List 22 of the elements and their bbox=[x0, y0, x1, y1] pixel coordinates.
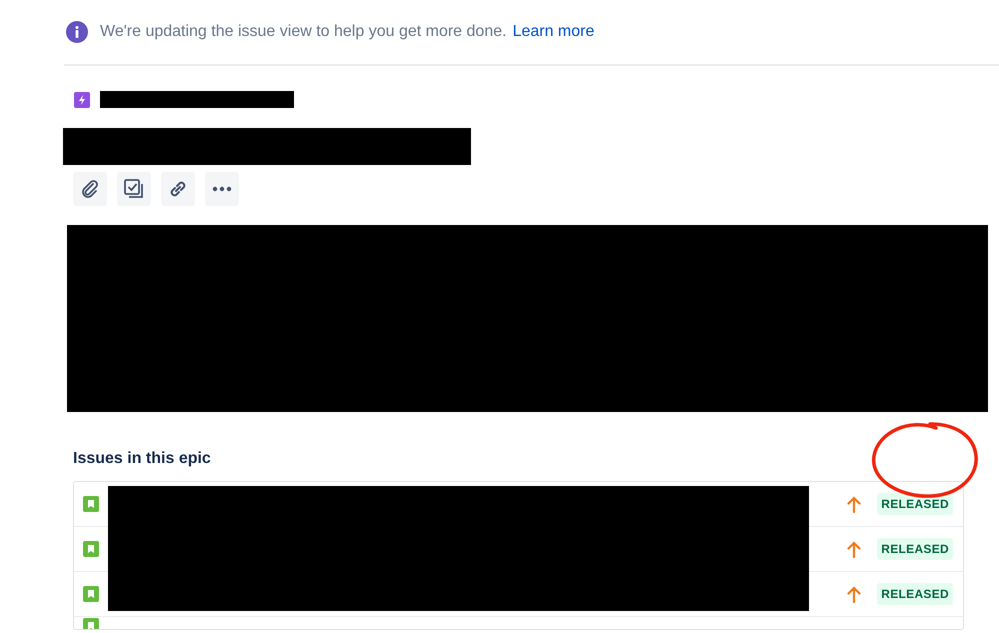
story-icon bbox=[83, 496, 99, 512]
story-icon bbox=[83, 541, 99, 557]
checklist-button[interactable] bbox=[117, 172, 151, 206]
priority-up-icon bbox=[847, 496, 862, 512]
more-button[interactable] bbox=[205, 172, 239, 206]
learn-more-link[interactable]: Learn more bbox=[512, 23, 594, 40]
priority-up-icon bbox=[847, 540, 862, 558]
checkbox-icon bbox=[123, 178, 145, 200]
story-icon bbox=[83, 618, 99, 629]
banner-message: We're updating the issue view to help you get more done. bbox=[100, 23, 507, 40]
section-title: Issues in this epic bbox=[73, 449, 212, 469]
priority-up-icon bbox=[847, 586, 862, 602]
status-lozenge: RELEASED bbox=[877, 493, 953, 515]
link-button[interactable] bbox=[161, 172, 195, 206]
epic-icon bbox=[74, 92, 90, 108]
story-icon bbox=[83, 586, 99, 602]
attachment-button[interactable] bbox=[73, 172, 107, 206]
more-icon bbox=[212, 186, 232, 192]
paperclip-icon bbox=[80, 179, 100, 199]
status-lozenge: RELEASED bbox=[877, 538, 953, 560]
info-icon bbox=[66, 21, 88, 43]
status-lozenge: RELEASED bbox=[877, 583, 953, 605]
